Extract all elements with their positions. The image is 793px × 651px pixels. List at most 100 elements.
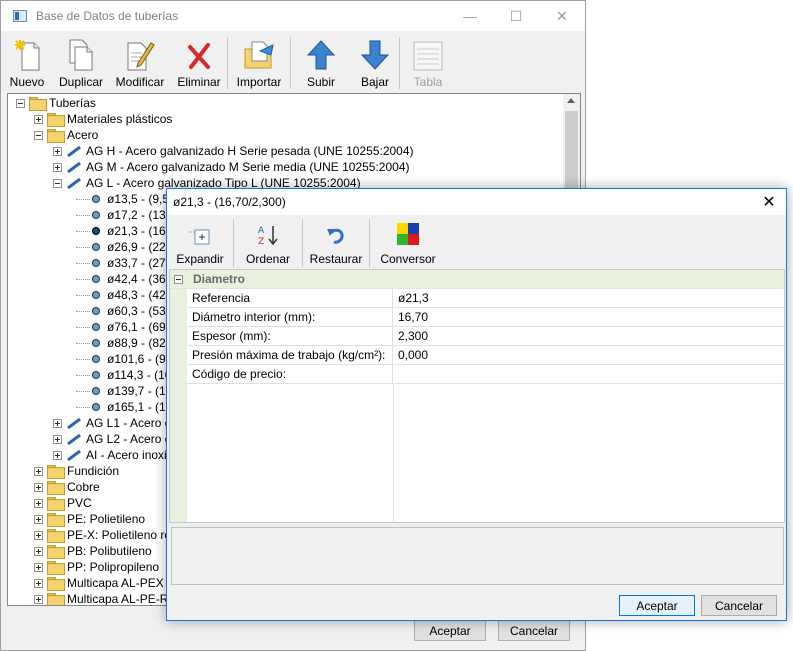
move-up-button[interactable]: Subir [291,34,351,92]
tree-node-ag-l2[interactable]: AG L2 - Acero ga [53,431,178,447]
property-name: Código de precio: [187,364,393,384]
converter-label: Conversor [380,252,436,266]
tree-node-ag-h[interactable]: AG H - Acero galvanizado H Serie pesada … [53,143,414,159]
duplicate-button[interactable]: Duplicar [53,34,109,92]
property-row[interactable]: Diámetro interior (mm): 16,70 [187,307,784,327]
tree-label: ø165,1 - (15 [107,400,173,414]
tree-node-ai[interactable]: AI - Acero inoxid [53,447,173,463]
tree-node-diameter[interactable]: ø13,5 - (9,50 [76,191,176,207]
collapse-icon[interactable] [174,274,183,284]
folder-icon [47,481,65,495]
tree-node-diameter[interactable]: ø33,7 - (27,9 [76,255,176,271]
import-label: Importar [236,75,282,89]
expand-icon[interactable] [53,434,62,444]
folder-icon [47,129,65,143]
tree-node-material[interactable]: PB: Polibutileno [34,543,152,559]
expand-icon[interactable] [53,450,62,460]
property-section-header[interactable]: Diametro [170,270,784,289]
import-button[interactable]: Importar [228,34,290,92]
expand-icon[interactable] [53,418,62,428]
tree-node-plastics[interactable]: Materiales plásticos [34,111,172,127]
dialog-title: ø21,3 - (16,70/2,300) [173,195,286,209]
dialog-accept-button[interactable]: Aceptar [619,595,695,616]
tree-label: ø26,9 - (22, [107,240,170,254]
property-row[interactable]: Espesor (mm): 2,300 [187,326,784,346]
tree-node-material[interactable]: Multicapa AL-PE-RT [34,591,176,605]
tree-node-diameter[interactable]: ø114,3 - (10 [76,367,171,383]
tree-node-diameter[interactable]: ø88,9 - (82, [76,335,169,351]
converter-button[interactable]: Conversor [370,218,446,268]
tree-node-diameter[interactable]: ø48,3 - (42, [76,287,169,303]
expand-icon[interactable] [34,562,43,572]
tree-node-diameter[interactable]: ø76,1 - (69, [76,319,169,335]
expand-button[interactable]: Expandir [167,218,233,268]
tree-node-diameter[interactable]: ø26,9 - (22, [76,239,169,255]
tree-node-material[interactable]: PVC [34,495,92,511]
section-title: Diametro [193,272,246,286]
minimize-icon[interactable]: — [447,1,493,31]
expand-icon[interactable] [53,162,62,172]
expand-icon[interactable] [34,514,43,524]
collapse-icon[interactable] [53,178,62,188]
tree-node-ag-l1[interactable]: AG L1 - Acero ga [53,415,178,431]
tree-node-diameter[interactable]: ø139,7 - (13 [76,383,172,399]
property-value[interactable]: 0,000 [393,348,428,362]
collapse-icon[interactable] [16,98,25,108]
property-value[interactable]: 16,70 [393,310,428,324]
pipe-icon [67,177,81,189]
tree-node-material[interactable]: PE-X: Polietileno retic [34,527,183,543]
tree-node-diameter[interactable]: ø60,3 - (53,9 [76,303,176,319]
restore-button[interactable]: Restaurar [303,218,369,268]
delete-button[interactable]: Eliminar [171,34,227,92]
expand-icon[interactable] [34,466,43,476]
collapse-icon[interactable] [34,130,43,140]
tree-node-material[interactable]: Multicapa AL-PEX [34,575,164,591]
property-value[interactable]: ø21,3 [393,291,429,305]
tree-node-steel[interactable]: Acero [34,127,98,143]
tree-node-diameter[interactable]: ø42,4 - (36, [76,271,169,287]
modify-button[interactable]: Modificar [109,34,171,92]
expand-icon[interactable] [34,578,43,588]
property-value[interactable]: 2,300 [393,329,428,343]
tree-node-diameter[interactable]: ø165,1 - (15 [76,399,172,415]
expand-icon[interactable] [34,530,43,540]
scroll-up-icon[interactable] [567,98,575,103]
tree-label: ø42,4 - (36, [107,272,170,286]
new-button[interactable]: Nuevo [1,34,53,92]
tree-label: ø101,6 - (94 [107,352,173,366]
tree-node-diameter-selected[interactable]: ø21,3 - (16, [76,223,169,239]
property-row[interactable]: Código de precio: [187,364,784,384]
duplicate-icon [69,39,93,71]
tree-node-diameter[interactable]: ø101,6 - (94 [76,351,172,367]
move-up-label: Subir [306,75,335,89]
tree-node-material[interactable]: Fundición [34,463,119,479]
expand-icon[interactable] [34,546,43,556]
tree-node-material[interactable]: PP: Polipropileno [34,559,159,575]
tree-node-ag-m[interactable]: AG M - Acero galvanizado M Serie media (… [53,159,410,175]
expand-icon[interactable] [34,498,43,508]
tree-node-material[interactable]: PE: Polietileno [34,511,145,527]
expand-icon[interactable] [34,482,43,492]
tree-node-diameter[interactable]: ø17,2 - (13, [76,207,169,223]
table-button[interactable]: Tabla [400,34,456,92]
sort-az-icon: AZ [258,226,278,246]
diameter-dialog: ø21,3 - (16,70/2,300) ✕ Expandir AZ Orde… [166,188,787,621]
property-row[interactable]: Referencia ø21,3 [187,288,784,308]
expand-icon[interactable] [34,114,43,124]
tree-node-root[interactable]: Tuberías [16,95,96,111]
close-icon[interactable]: ✕ [752,189,786,215]
expand-icon[interactable] [34,594,43,604]
close-icon[interactable]: ✕ [539,1,585,31]
maximize-icon[interactable]: ☐ [493,1,539,31]
move-down-button[interactable]: Bajar [351,34,399,92]
tree-node-material[interactable]: Cobre [34,479,100,495]
main-accept-button[interactable]: Aceptar [414,620,486,641]
main-cancel-button[interactable]: Cancelar [498,620,570,641]
tree-label: Tuberías [49,96,96,110]
property-row[interactable]: Presión máxima de trabajo (kg/cm²): 0,00… [187,345,784,365]
dialog-cancel-button[interactable]: Cancelar [701,595,777,616]
new-label: Nuevo [9,75,45,89]
sort-button[interactable]: AZ Ordenar [234,218,302,268]
expand-icon[interactable] [53,146,62,156]
property-grid: Diametro Referencia ø21,3 Diámetro inter… [169,269,785,523]
